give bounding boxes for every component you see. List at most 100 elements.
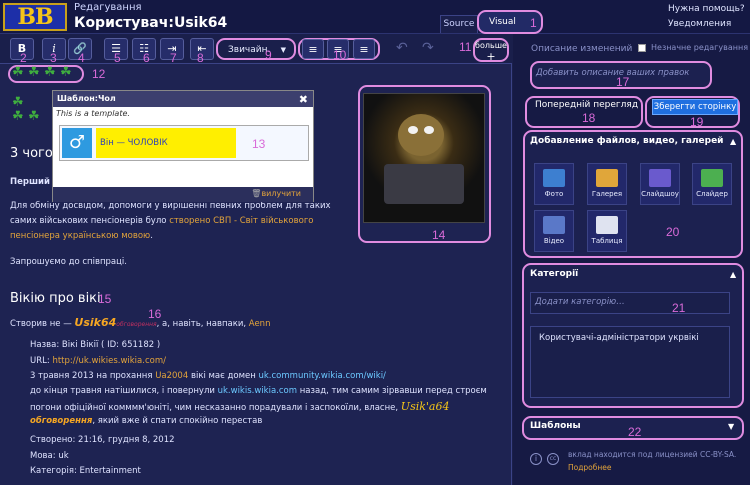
info-category: Категорія: Entertainment [30,466,141,476]
table-icon [596,216,618,234]
aenn-link[interactable]: Aenn [249,319,271,329]
align-right-button[interactable]: ≡ [353,39,375,59]
format-select[interactable]: Звичайн. ▼ [216,38,296,60]
annotation-16: 16 [148,307,162,321]
annotation-12: 12 [92,67,106,81]
slider-icon [701,169,723,187]
clover-icon[interactable]: ☘ [12,65,24,80]
annotation-7: 7 [170,51,177,65]
notifications-link[interactable]: Уведомления [668,19,731,29]
annotation-20: 20 [666,225,680,239]
templates-title: Шаблоны [530,421,581,431]
save-button[interactable]: Зберегти сторінку [652,99,738,115]
annotation-3: 3 [50,51,57,65]
clover-icon[interactable]: ☘ [12,109,24,124]
cc-license-icon: cc [547,453,559,465]
user-signature[interactable]: Usik64 [74,316,116,329]
annotation-14: 14 [432,228,446,242]
male-symbol-icon: ♂ [62,128,92,158]
photo-icon [543,169,565,187]
svp-link[interactable]: створено СВП - Світ військового [169,216,313,226]
annotation-13: 13 [252,137,266,151]
summary-placeholder: Добавить описание ваших правок [536,68,690,78]
category-item[interactable]: Користувачі-адміністратори укрвікі [539,333,699,343]
invite-text: Запрошуємо до співпраці. [10,257,127,267]
svp-link[interactable]: пенсіонера українською мовою [10,231,150,241]
info-line: 3 травня 2013 на прохання Ua2004 вікі ма… [30,371,386,381]
minor-edit-checkbox[interactable] [638,44,646,52]
annotation-19: 19 [690,115,704,129]
clover-icon[interactable]: ☘ [60,65,72,80]
clover-icon[interactable]: ☘ [44,65,56,80]
template-preview[interactable]: ♂ Він — ЧОЛОВІК [59,125,309,161]
annotation-22: 22 [628,425,642,439]
info-language: Мова: uk [30,451,69,461]
more-info-link[interactable]: Подробнее [568,463,612,472]
annotation-2: 2 [20,51,27,65]
add-photo-button[interactable]: Фото [534,163,574,205]
slideshow-icon [649,169,671,187]
domain-link[interactable]: uk.community.wikia.com/wiki/ [259,371,386,381]
category-list: Користувачі-адміністратори укрвікі [530,326,730,398]
help-link[interactable]: Нужна помощь? [668,4,745,14]
url-link[interactable]: http://uk.wikies.wikia.com/ [52,356,166,366]
tab-source[interactable]: Source [440,15,478,33]
more-button[interactable]: больше + [473,38,509,62]
editing-label: Редагування [74,2,142,13]
video-icon [543,216,565,234]
template-preview-text: Він — ЧОЛОВІК [96,128,236,158]
template-popup: Шаблон:Чол ✖ This is a template. ♂ Він —… [52,90,314,202]
paragraph-line: пенсіонера українською мовою. [10,231,153,241]
template-popup-title: Шаблон:Чол [53,91,313,107]
clover-icon[interactable]: ☘ [28,109,40,124]
site-logo[interactable]: BB [3,3,67,31]
more-plus-icon: + [486,50,496,63]
bold-text: Перший [10,177,50,187]
add-table-button[interactable]: Таблиця [587,210,627,252]
template-note: This is a template. [56,109,130,118]
user-signature[interactable]: Usik'a64 [401,400,450,413]
annotation-17: 17 [616,75,630,89]
info-line: до кінця травня натішилися, і повернули … [30,386,487,396]
chevron-down-icon[interactable]: ▼ [728,422,734,431]
preview-label: Попередній перегляд [535,100,639,110]
format-select-value: Звичайн. [228,45,271,55]
section-heading: 3 чого [10,146,53,161]
user-link[interactable]: Ua2004 [155,371,188,381]
clover-icon[interactable]: ☘ [28,65,40,80]
image-annotation-frame [358,85,491,243]
annotation-5: 5 [114,51,121,65]
page-title: Користувач:Usik64 [74,15,228,31]
redo-icon[interactable]: ↷ [422,40,434,56]
align-left-button[interactable]: ≡ [302,39,324,59]
annotation-21: 21 [672,301,686,315]
add-slider-button[interactable]: Слайдер [692,163,732,205]
annotation-1: 1 [530,16,537,30]
annotation-15: 15 [98,292,112,306]
info-line: обговорення, який вже й спати спокійно п… [30,416,263,426]
summary-label: Описание изменений [531,44,633,54]
add-slideshow-button[interactable]: Слайдшоу [640,163,680,205]
delete-template-button[interactable]: 🗑вилучити [251,189,301,198]
collapse-caret-icon[interactable]: ▲ [730,270,736,279]
clover-icon[interactable]: ☘ [12,95,24,110]
annotation-8: 8 [197,51,204,65]
info-icon[interactable]: i [530,453,542,465]
info-created: Створено: 21:16, грудня 8, 2012 [30,435,175,445]
paragraph-line: самих військових пенсіонерів було створе… [10,216,314,226]
add-video-button[interactable]: Відео [534,210,574,252]
user-talk-link[interactable]: обговорення [116,321,156,328]
domain-link[interactable]: uk.wikis.wikia.com [218,386,297,396]
category-input[interactable]: Додати категорію… [530,292,730,314]
align-right-icon: ≡ [359,43,369,56]
undo-icon[interactable]: ↶ [396,40,408,56]
annotation-11: 11 [459,40,472,54]
annotation-6: 6 [143,51,150,65]
info-name: Назва: Вікі Вікії ( ID: 651182 ) [30,340,161,350]
add-gallery-button[interactable]: Галерея [587,163,627,205]
user-talk-link[interactable]: обговорення [30,416,92,426]
close-icon[interactable]: ✖ [299,93,308,106]
collapse-caret-icon[interactable]: ▲ [730,137,736,146]
align-left-icon: ≡ [308,43,318,56]
created-line: Створив не — Usik64обговорення, а, навіт… [10,316,271,329]
